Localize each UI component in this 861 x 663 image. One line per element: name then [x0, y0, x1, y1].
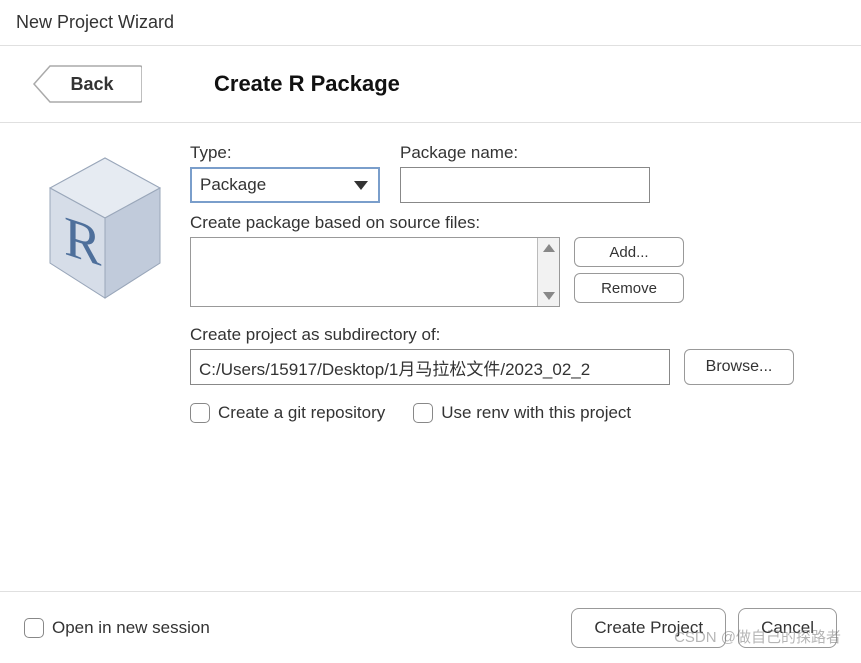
triangle-down-icon — [543, 292, 555, 300]
chevron-down-icon — [354, 181, 368, 190]
window-title: New Project Wizard — [0, 0, 861, 46]
scroll-up-button[interactable] — [538, 238, 559, 258]
footer: Open in new session Create Project Cance… — [0, 591, 861, 663]
git-checkbox-label: Create a git repository — [218, 403, 385, 423]
header-row: Back Create R Package — [0, 46, 861, 123]
create-project-button[interactable]: Create Project — [571, 608, 726, 648]
renv-checkbox-label: Use renv with this project — [441, 403, 631, 423]
triangle-up-icon — [543, 244, 555, 252]
source-files-listbox[interactable] — [190, 237, 560, 307]
package-name-label: Package name: — [400, 143, 650, 163]
remove-button[interactable]: Remove — [574, 273, 684, 303]
renv-checkbox[interactable]: Use renv with this project — [413, 403, 631, 423]
directory-label: Create project as subdirectory of: — [190, 325, 821, 345]
svg-text:R: R — [64, 205, 102, 279]
checkbox-icon — [413, 403, 433, 423]
add-button[interactable]: Add... — [574, 237, 684, 267]
source-files-label: Create package based on source files: — [190, 213, 821, 233]
cancel-button[interactable]: Cancel — [738, 608, 837, 648]
type-dropdown[interactable]: Package — [190, 167, 380, 203]
page-title: Create R Package — [214, 71, 400, 97]
directory-input[interactable]: C:/Users/15917/Desktop/1月马拉松文件/2023_02_2 — [190, 349, 670, 385]
package-icon-col: R — [30, 143, 180, 423]
checkbox-icon — [24, 618, 44, 638]
package-name-input[interactable] — [400, 167, 650, 203]
body-area: R Type: Package Package name: Create pac… — [0, 123, 861, 423]
open-new-session-label: Open in new session — [52, 618, 210, 638]
git-checkbox[interactable]: Create a git repository — [190, 403, 385, 423]
browse-button[interactable]: Browse... — [684, 349, 794, 385]
listbox-scrollbar[interactable] — [537, 238, 559, 306]
back-button[interactable]: Back — [32, 64, 142, 104]
type-dropdown-value: Package — [200, 175, 266, 195]
back-button-label: Back — [60, 74, 113, 95]
open-new-session-checkbox[interactable]: Open in new session — [24, 618, 210, 638]
form-col: Type: Package Package name: Create packa… — [180, 143, 831, 423]
checkbox-icon — [190, 403, 210, 423]
scroll-down-button[interactable] — [538, 286, 559, 306]
type-label: Type: — [190, 143, 380, 163]
r-package-icon: R — [40, 153, 170, 303]
